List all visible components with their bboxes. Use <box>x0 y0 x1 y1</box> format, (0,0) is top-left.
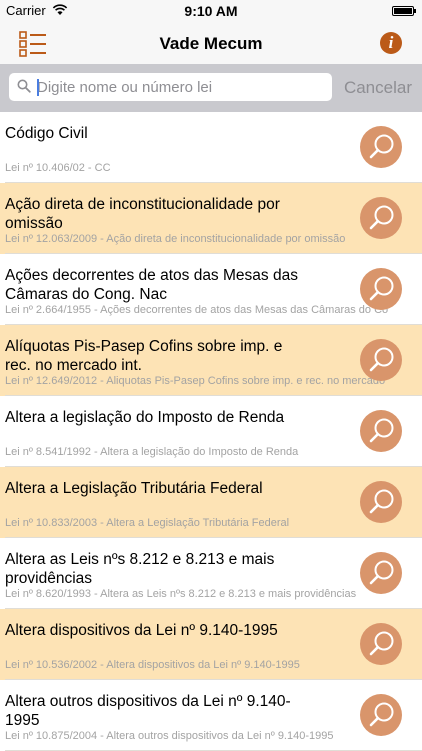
search-icon <box>369 276 394 301</box>
law-subtitle: Lei nº 2.664/1955 - Ações decorrentes de… <box>5 304 389 316</box>
info-icon[interactable]: i <box>380 32 402 54</box>
law-subtitle: Lei nº 8.620/1993 - Altera as Leis nºs 8… <box>5 588 357 600</box>
law-subtitle: Lei nº 8.541/1992 - Altera a legislação … <box>5 446 299 458</box>
law-title: Altera as Leis nºs 8.212 e 8.213 e mais … <box>5 551 275 587</box>
law-subtitle: Lei nº 10.536/2002 - Altera dispositivos… <box>5 659 300 671</box>
search-icon <box>369 702 394 727</box>
law-title: Alíquotas Pis-Pasep Cofins sobre imp. e … <box>5 338 283 374</box>
search-icon <box>369 134 394 159</box>
search-field[interactable] <box>9 73 332 101</box>
list-item[interactable]: Altera as Leis nºs 8.212 e 8.213 e mais … <box>0 538 422 609</box>
search-law-button[interactable] <box>360 268 402 310</box>
search-icon <box>369 560 394 585</box>
law-subtitle: Lei nº 12.063/2009 - Ação direta de inco… <box>5 233 346 245</box>
search-input[interactable] <box>37 73 325 101</box>
law-subtitle: Lei nº 10.833/2003 - Altera a Legislação… <box>5 517 290 529</box>
law-subtitle: Lei nº 10.406/02 - CC <box>5 162 111 174</box>
law-title: Altera a Legislação Tributária Federal <box>5 480 263 497</box>
search-icon <box>369 418 394 443</box>
search-law-button[interactable] <box>360 339 402 381</box>
clock: 9:10 AM <box>184 3 238 19</box>
search-law-button[interactable] <box>360 481 402 523</box>
page-title: Vade Mecum <box>159 34 263 53</box>
law-title: Altera dispositivos da Lei nº 9.140-1995 <box>5 622 278 639</box>
search-law-button[interactable] <box>360 410 402 452</box>
list-item[interactable]: Altera a legislação do Imposto de Renda … <box>0 396 422 467</box>
law-title: Código Civil <box>5 125 88 142</box>
search-law-button[interactable] <box>360 552 402 594</box>
law-title: Ações decorrentes de atos das Mesas das … <box>5 267 298 303</box>
list-item[interactable]: Altera outros dispositivos da Lei nº 9.1… <box>0 680 422 751</box>
status-bar: Carrier 9:10 AM <box>0 0 422 24</box>
search-icon <box>369 489 394 514</box>
search-law-button[interactable] <box>360 126 402 168</box>
battery-icon <box>392 6 416 16</box>
law-subtitle: Lei nº 10.875/2004 - Altera outros dispo… <box>5 730 334 742</box>
list-item[interactable]: Ação direta de inconstitucionalidade por… <box>0 183 422 254</box>
search-icon <box>369 631 394 656</box>
cancel-button[interactable]: Cancelar <box>344 78 412 98</box>
list-item[interactable]: Alíquotas Pis-Pasep Cofins sobre imp. e … <box>0 325 422 396</box>
list-item[interactable]: Ações decorrentes de atos das Mesas das … <box>0 254 422 325</box>
law-title: Altera outros dispositivos da Lei nº 9.1… <box>5 693 291 729</box>
search-icon <box>369 205 394 230</box>
list-item[interactable]: Altera dispositivos da Lei nº 9.140-1995… <box>0 609 422 680</box>
navigation-bar: Vade Mecum i <box>0 24 422 64</box>
law-subtitle: Lei nº 12.649/2012 - Aliquotas Pis-Pasep… <box>5 375 386 387</box>
list-item[interactable]: Código Civil Lei nº 10.406/02 - CC <box>0 112 422 183</box>
list-item[interactable]: Altera a Legislação Tributária Federal L… <box>0 467 422 538</box>
search-bar: Cancelar <box>0 64 422 112</box>
text-cursor <box>37 79 39 96</box>
law-title: Ação direta de inconstitucionalidade por… <box>5 196 280 232</box>
search-law-button[interactable] <box>360 694 402 736</box>
search-icon <box>369 347 394 372</box>
law-title: Altera a legislação do Imposto de Renda <box>5 409 285 426</box>
search-icon <box>17 79 31 93</box>
search-law-button[interactable] <box>360 623 402 665</box>
law-list: Código Civil Lei nº 10.406/02 - CC Ação … <box>0 112 422 751</box>
search-law-button[interactable] <box>360 197 402 239</box>
